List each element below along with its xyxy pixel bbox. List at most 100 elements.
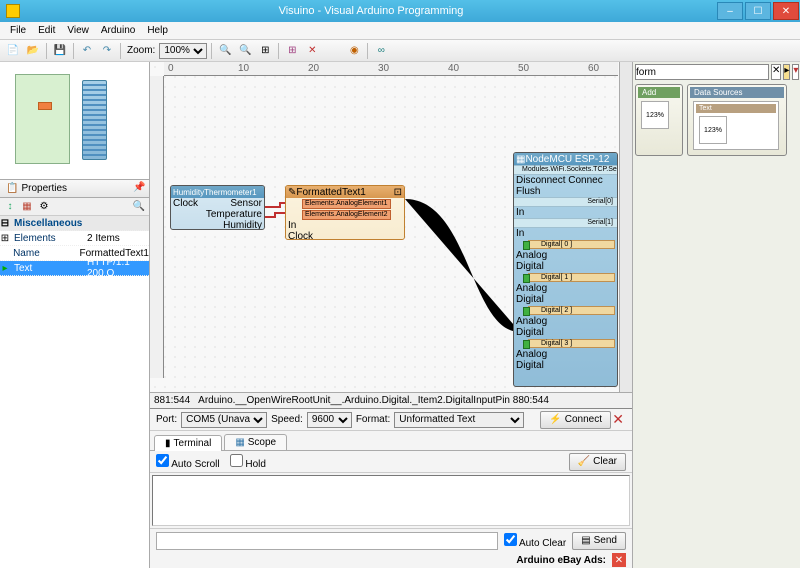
app-icon [6, 4, 20, 18]
digital-sub[interactable]: Digital[ 3 ] [528, 339, 615, 348]
pin-analog2[interactable] [513, 319, 514, 328]
prop-sort-button[interactable]: ↕ [3, 200, 17, 214]
digital-sub[interactable]: Digital[ 1 ] [528, 273, 615, 282]
connect-button[interactable]: ⚡Connect [540, 411, 611, 429]
clear-button[interactable]: 🧹Clear [569, 453, 626, 471]
pin-serial1-in[interactable] [513, 231, 514, 240]
zoomout-button[interactable]: 🔍 [236, 42, 254, 60]
pin-clock[interactable] [170, 199, 171, 208]
prop-search-button[interactable]: 🔍 [132, 200, 146, 214]
node-nodemcu[interactable]: ▦ NodeMCU ESP-12 Modules.WiFi.Sockets.TC… [513, 152, 618, 387]
prop-category[interactable]: ⊟ Miscellaneous [0, 216, 149, 231]
format-select[interactable]: Unformatted Text [394, 412, 524, 428]
autoclear-checkbox[interactable]: Auto Clear [504, 533, 566, 549]
menu-file[interactable]: File [4, 23, 32, 38]
zoom-select[interactable]: 100% [159, 43, 207, 59]
pin-temperature[interactable] [264, 210, 265, 219]
left-panel: 📋 Properties 📌 ↕ ▦ ⚙ 🔍 ⊟ Miscellaneous ⊞… [0, 62, 150, 568]
close-ad-icon[interactable]: ✕ [612, 553, 626, 567]
prop-cat-button[interactable]: ▦ [20, 200, 34, 214]
new-button[interactable]: 📄 [4, 42, 22, 60]
menu-help[interactable]: Help [141, 23, 174, 38]
properties-tree[interactable]: ⊟ Miscellaneous ⊞ Elements 2 Items Name … [0, 216, 149, 568]
collapse-icon[interactable]: ⊟ [0, 218, 10, 229]
pin-digital2[interactable] [513, 330, 514, 339]
delete-button[interactable]: ✕ [303, 42, 321, 60]
pin-digital0[interactable] [513, 264, 514, 273]
element-row[interactable]: Elements.AnalogElement2 [302, 210, 391, 220]
hold-checkbox[interactable]: Hold [230, 454, 266, 470]
menu-arduino[interactable]: Arduino [95, 23, 141, 38]
palette-btn1[interactable]: ▸ [783, 64, 790, 80]
close-serial-icon[interactable]: ✕ [612, 411, 624, 428]
properties-header: 📋 Properties 📌 [0, 180, 149, 198]
node-title: ▦ NodeMCU ESP-12 [514, 153, 617, 165]
menu-view[interactable]: View [61, 23, 95, 38]
zoomin-button[interactable]: 🔍 [216, 42, 234, 60]
node-humidity-thermometer[interactable]: HumidityThermometer1 ClockSensor Tempera… [170, 185, 265, 230]
pin-in[interactable] [285, 222, 286, 231]
pin-clock[interactable] [285, 233, 286, 240]
zoomfit-button[interactable]: ⊞ [256, 42, 274, 60]
element-row[interactable]: Elements.AnalogElement1 [302, 199, 391, 209]
pin-digital3[interactable] [513, 363, 514, 372]
pin-sensor[interactable] [264, 199, 265, 208]
canvas[interactable]: 0 10 20 30 40 50 60 HumidityThermometer1… [150, 62, 632, 392]
terminal-output[interactable] [152, 475, 630, 526]
format-label: Format: [356, 414, 390, 425]
redo-button[interactable]: ↷ [98, 42, 116, 60]
search-clear-icon[interactable]: ✕ [771, 64, 781, 80]
palette-search-input[interactable] [635, 64, 769, 80]
zoom-label: Zoom: [127, 45, 155, 56]
pin-serial0-in[interactable] [513, 209, 514, 218]
node-formatted-text[interactable]: ✎ FormattedText1⊡ Elements.AnalogElement… [285, 185, 405, 240]
pin-analog3[interactable] [513, 352, 514, 361]
palette-item-text[interactable]: 123% [699, 116, 727, 144]
minimize-button[interactable]: – [717, 2, 743, 20]
tab-terminal[interactable]: ▮Terminal [154, 435, 222, 451]
toolbar: 📄 📂 💾 ↶ ↷ Zoom: 100% 🔍 🔍 ⊞ ⊞ ✕ ◉ ∞ [0, 40, 800, 62]
autoscroll-checkbox[interactable]: Auto Scroll [156, 454, 220, 470]
pin-analog1[interactable] [513, 286, 514, 295]
pin-out[interactable] [404, 200, 405, 209]
digital-sub[interactable]: Digital[ 2 ] [528, 306, 615, 315]
pin-digital1[interactable] [513, 297, 514, 306]
close-button[interactable]: ✕ [773, 2, 799, 20]
palette-item-num[interactable]: 123% [641, 101, 669, 129]
overview-panel[interactable] [0, 62, 149, 180]
upload-button[interactable]: ◉ [345, 42, 363, 60]
maximize-button[interactable]: ☐ [745, 2, 771, 20]
pin-in2[interactable] [285, 211, 286, 220]
ruler-vertical [150, 76, 164, 378]
palette-btn2[interactable]: ▾ [792, 64, 799, 80]
digital-sub[interactable]: Digital[ 0 ] [528, 240, 615, 249]
serial-panel: Port: COM5 (Unava Speed: 9600 Format: Un… [150, 408, 632, 568]
tab-scope[interactable]: ▦Scope [224, 434, 287, 450]
arduino-button[interactable]: ∞ [372, 42, 390, 60]
pin-disconnect[interactable] [513, 176, 514, 185]
send-input[interactable] [156, 532, 498, 550]
palette-group-add: Add 123% [635, 84, 683, 156]
expand-icon[interactable]: ⊞ [0, 233, 10, 244]
grid-button[interactable]: ⊞ [283, 42, 301, 60]
open-button[interactable]: 📂 [24, 42, 42, 60]
pin-in1[interactable] [285, 200, 286, 209]
pin-humidity[interactable] [264, 221, 265, 230]
prop-filter-button[interactable]: ⚙ [37, 200, 51, 214]
undo-button[interactable]: ↶ [78, 42, 96, 60]
port-label: Port: [156, 414, 177, 425]
pin-icon[interactable]: 📌 [133, 182, 145, 194]
prop-row-elements[interactable]: ⊞ Elements 2 Items [0, 231, 149, 246]
prop-row-text[interactable]: ▸ Text HTTP/1.1 200 O [0, 261, 149, 276]
menu-edit[interactable]: Edit [32, 23, 61, 38]
speed-select[interactable]: 9600 [307, 412, 352, 428]
port-select[interactable]: COM5 (Unava [181, 412, 267, 428]
pin-analog0[interactable] [513, 253, 514, 262]
menubar: File Edit View Arduino Help [0, 22, 800, 40]
send-button[interactable]: ▤Send [572, 532, 626, 550]
properties-toolbar: ↕ ▦ ⚙ 🔍 [0, 198, 149, 216]
status-coordinates: 881:544 Arduino.__OpenWireRootUnit__.Ard… [150, 392, 632, 408]
pin-flush[interactable] [513, 187, 514, 196]
save-button[interactable]: 💾 [51, 42, 69, 60]
palette-group-datasources: Data Sources Text 123% [687, 84, 787, 156]
